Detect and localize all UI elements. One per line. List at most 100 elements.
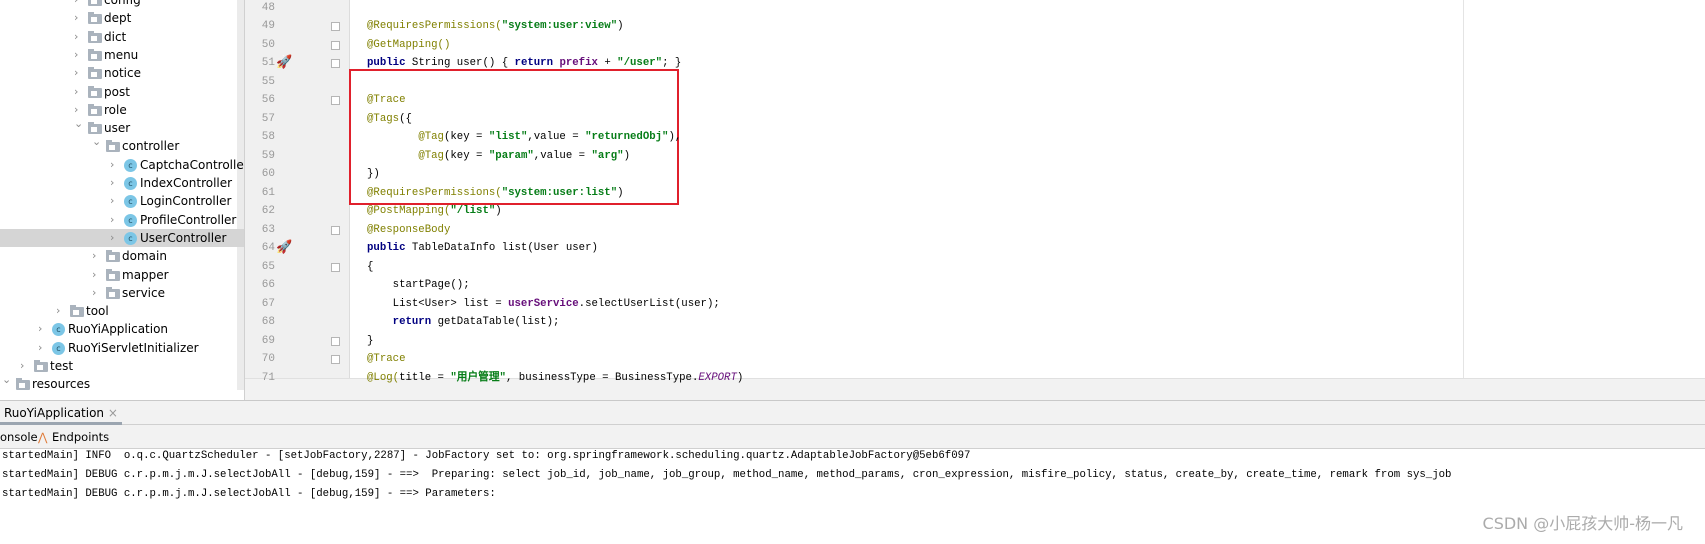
chevron-right-icon[interactable]: › — [92, 266, 102, 284]
tree-item-service[interactable]: › service — [0, 284, 244, 302]
tree-item-profilecontroller[interactable]: › c ProfileController — [0, 211, 244, 229]
tree-item-label: LoginController — [140, 194, 232, 209]
fold-marker-icon[interactable] — [331, 262, 340, 272]
fold-marker-icon[interactable] — [331, 225, 340, 235]
tree-item-domain[interactable]: › domain — [0, 247, 244, 265]
code-token: return — [392, 316, 438, 328]
code-token: @Tag — [418, 131, 444, 143]
code-token: "list" — [488, 131, 528, 143]
tree-item-tool[interactable]: › tool — [0, 302, 244, 320]
tree-item-logincontroller[interactable]: › c LoginController — [0, 192, 244, 210]
console-line: startedMain] DEBUG c.r.p.m.j.m.J.selectJ… — [2, 469, 1452, 481]
run-toolwindow-tabs: RuoYiApplication × — [0, 400, 1705, 425]
chevron-right-icon[interactable]: › — [38, 320, 48, 338]
tree-item-dict[interactable]: › dict — [0, 28, 244, 46]
fold-marker-icon[interactable] — [331, 40, 340, 50]
chevron-right-icon[interactable]: › — [38, 339, 48, 357]
tree-item-config[interactable]: › config — [0, 0, 244, 9]
run-rocket-icon[interactable]: 🚀 — [276, 240, 292, 255]
tree-item-menu[interactable]: › menu — [0, 46, 244, 64]
tree-item-label: controller — [122, 139, 180, 154]
chevron-right-icon[interactable]: › — [110, 156, 120, 174]
line-number: 60 — [261, 168, 275, 180]
tree-item-notice[interactable]: › notice — [0, 64, 244, 82]
tab-ruoyiapplication[interactable]: RuoYiApplication × — [0, 401, 122, 425]
tree-item-label: config — [104, 0, 141, 7]
folder-icon — [34, 360, 48, 372]
tree-item-controller[interactable]: ⌄ controller — [0, 135, 244, 155]
console-output[interactable]: startedMain] INFO o.q.c.QuartzScheduler … — [0, 449, 1705, 544]
chevron-right-icon[interactable]: › — [110, 192, 120, 210]
code-token: List<User> list = — [367, 297, 509, 310]
folder-icon — [88, 67, 102, 80]
run-rocket-icon[interactable]: 🚀 — [276, 55, 292, 70]
tab-endpoints[interactable]: Endpoints — [52, 425, 109, 449]
code-token: ) — [495, 205, 502, 217]
code-token: }) — [367, 168, 380, 180]
code-token: "param" — [488, 149, 534, 162]
code-line: public String user() { return prefix + "… — [367, 54, 681, 73]
chevron-right-icon[interactable]: › — [74, 64, 84, 82]
tree-item-captchacontroller[interactable]: › c CaptchaController — [0, 156, 244, 174]
chevron-right-icon[interactable]: › — [110, 211, 120, 229]
code-line: @ResponseBody — [367, 221, 450, 240]
chevron-right-icon[interactable]: › — [74, 46, 84, 64]
code-line: @PostMapping("/list") — [367, 202, 502, 221]
chevron-down-icon[interactable]: ⌄ — [2, 371, 12, 389]
tree-item-label: IndexController — [140, 176, 233, 190]
tree-item-resources[interactable]: ⌄ resources — [0, 373, 244, 393]
tree-item-mapper[interactable]: › mapper — [0, 266, 244, 284]
code-token: "arg" — [591, 149, 624, 162]
chevron-right-icon[interactable]: › — [74, 28, 84, 46]
chevron-down-icon[interactable]: ⌄ — [74, 115, 84, 133]
close-icon[interactable]: × — [108, 406, 118, 420]
tree-item-ruoyiapplication[interactable]: › c RuoYiApplication — [0, 320, 244, 338]
code-token: @Tag — [418, 149, 444, 162]
fold-marker-icon[interactable] — [331, 96, 340, 105]
tree-item-test[interactable]: › test — [0, 357, 244, 375]
code-token: , businessType = BusinessType. — [505, 371, 699, 384]
code-token: { — [367, 260, 374, 273]
line-number: 70 — [261, 353, 275, 365]
tree-item-role[interactable]: › role — [0, 101, 244, 119]
tab-console[interactable]: onsole — [0, 425, 38, 449]
line-number: 63 — [261, 223, 275, 236]
tree-item-dept[interactable]: › dept — [0, 9, 244, 27]
fold-marker-icon[interactable] — [331, 59, 340, 68]
chevron-right-icon[interactable]: › — [92, 284, 102, 302]
folder-icon — [88, 103, 102, 116]
code-token: @GetMapping() — [367, 38, 451, 51]
chevron-right-icon[interactable]: › — [92, 247, 102, 265]
tree-item-ruoyiservletinitializer[interactable]: › c RuoYiServletInitializer — [0, 339, 244, 357]
tree-item-post[interactable]: › post — [0, 83, 244, 101]
code-token: @Log( — [367, 371, 400, 384]
tree-item-label: role — [104, 102, 127, 117]
code-line: public TableDataInfo list(User user) — [367, 239, 598, 258]
class-icon: c — [52, 323, 65, 337]
chevron-right-icon[interactable]: › — [20, 357, 30, 375]
tree-item-usercontroller[interactable]: › c UserController — [0, 228, 244, 247]
code-token: return — [514, 57, 560, 69]
chevron-down-icon[interactable]: ⌄ — [92, 133, 102, 151]
code-token: ) — [617, 186, 624, 199]
code-line: @Tag(key = "param",value = "arg") — [367, 147, 630, 166]
fold-marker-icon[interactable] — [331, 355, 340, 364]
fold-marker-icon[interactable] — [331, 22, 340, 31]
chevron-right-icon[interactable]: › — [74, 83, 84, 101]
fold-marker-icon[interactable] — [331, 336, 340, 346]
code-line: { — [367, 258, 373, 277]
chevron-right-icon[interactable]: › — [110, 229, 120, 247]
code-token: @ResponseBody — [367, 223, 451, 236]
code-token: "/list" — [450, 205, 496, 217]
chevron-right-icon[interactable]: › — [74, 0, 84, 9]
tree-item-indexcontroller[interactable]: › c IndexController — [0, 174, 244, 192]
code-line: @Trace — [367, 350, 405, 369]
line-number: 58 — [261, 131, 275, 143]
chevron-right-icon[interactable]: › — [110, 174, 120, 192]
tree-item-user[interactable]: ⌄ user — [0, 117, 244, 137]
chevron-right-icon[interactable]: › — [56, 302, 66, 320]
code-token: @RequiresPermissions( — [367, 20, 502, 32]
code-token: public — [367, 242, 412, 254]
chevron-right-icon[interactable]: › — [74, 9, 84, 27]
